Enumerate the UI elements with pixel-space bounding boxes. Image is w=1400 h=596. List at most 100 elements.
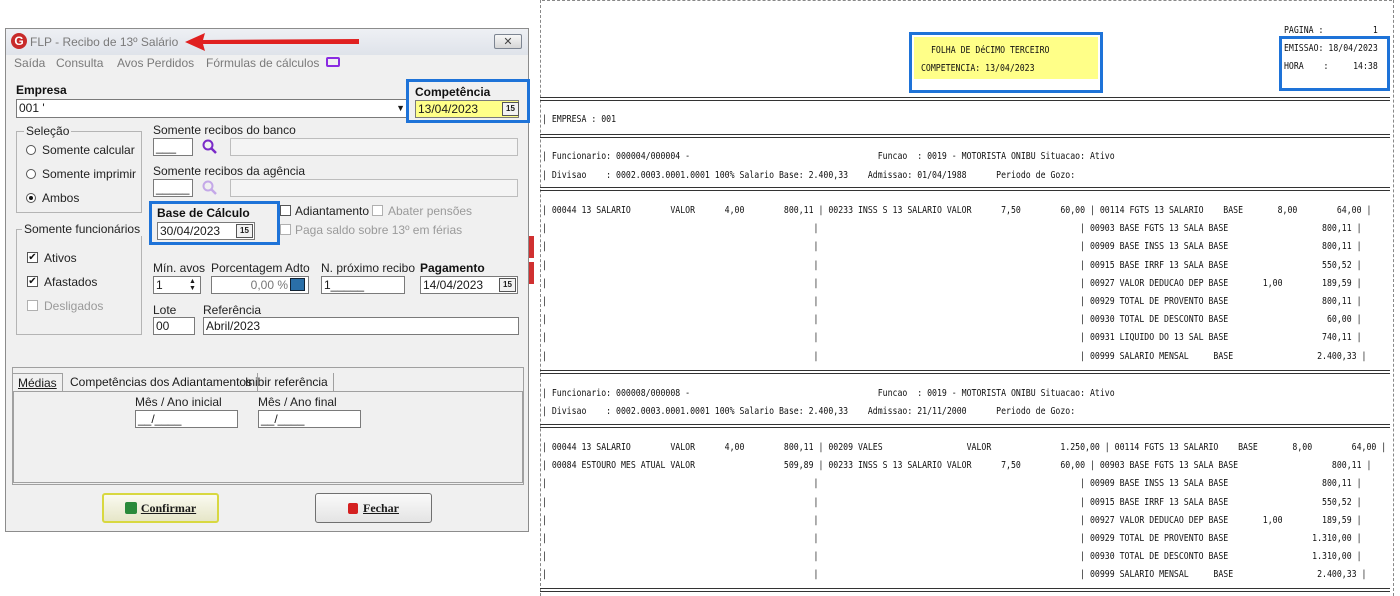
fechar-button[interactable]: Fechar (315, 493, 432, 523)
lote-label: Lote (153, 303, 177, 317)
calendar-icon[interactable]: 15 (502, 102, 519, 116)
abater-pensoes-label: Abater pensões (388, 204, 473, 218)
report-line: | | | 00927 VALOR DEDUCAO DEP BASE 1,00 … (542, 277, 1362, 289)
report-hora: HORA : 14:38 (1284, 61, 1378, 72)
report-func-b: | Funcionario: 000008/000008 - Funcao : … (542, 388, 1115, 399)
porcentagem-label: Porcentagem Adto (211, 261, 310, 275)
somente-imprimir-label: Somente imprimir (42, 167, 137, 181)
calendar-icon[interactable]: 15 (499, 278, 516, 292)
empresa-label: Empresa (16, 83, 67, 97)
save-icon (124, 502, 137, 514)
report-line: | | | 00929 TOTAL DE PROVENTO BASE 1.310… (542, 533, 1362, 544)
report-line: | | | 00930 TOTAL DE DESCONTO BASE 1.310… (542, 551, 1362, 563)
referencia-label: Referência (203, 303, 262, 317)
base-calculo-highlight: Base de Cálculo 30/04/2023 15 (149, 201, 280, 245)
empresa-select[interactable]: 001 ' ▼ (16, 99, 408, 118)
proximo-recibo-label: N. próximo recibo (321, 261, 416, 275)
agencia-field[interactable]: _____ (153, 179, 193, 197)
funcionarios-label: Somente funcionários (22, 222, 143, 236)
report-emissao-highlight: EMISSAO: 18/04/2023 HORA : 14:38 (1279, 36, 1390, 91)
menu-saida[interactable]: Saída (14, 56, 45, 70)
calendar-icon[interactable]: 15 (236, 224, 253, 238)
proximo-recibo-value: 1_____ (324, 278, 365, 292)
spinner-arrows-icon[interactable]: ▲ ▼ (189, 278, 196, 292)
page-border-left (540, 0, 541, 596)
banco-field[interactable]: ___ (153, 138, 193, 156)
page-border-right (1393, 0, 1394, 596)
lote-field[interactable]: 00 (153, 317, 195, 335)
pagamento-label: Pagamento (420, 261, 485, 275)
paga-saldo-label: Paga saldo sobre 13º em férias (295, 223, 463, 237)
checkbox-abater-pensoes (372, 205, 383, 216)
red-strip (529, 236, 534, 258)
window-title: FLP - Recibo de 13º Salário (30, 35, 179, 49)
fechar-label: Fechar (363, 501, 399, 515)
menu-formulas-calculos[interactable]: Fórmulas de cálculos (206, 56, 319, 70)
report-title: FOLHA DE DéCIMO TERCEIRO (931, 45, 1050, 56)
adiantamento-label: Adiantamento (295, 204, 370, 218)
agencia-value: _____ (156, 181, 190, 195)
report-line: | | | 00999 SALARIO MENSAL BASE 2.400,33… (542, 569, 1367, 581)
report-div-a: | Divisao : 0002.0003.0001.0001 100% Sal… (542, 170, 1076, 181)
app-logo: G (11, 33, 27, 49)
radio-ambos[interactable] (26, 193, 36, 203)
menu-avos-perdidos[interactable]: Avos Perdidos (117, 56, 194, 70)
checkbox-ativos[interactable]: ✔ (27, 252, 38, 263)
radio-somente-calcular[interactable] (26, 145, 36, 155)
report-line: | 00084 ESTOURO MES ATUAL VALOR 509,89 |… (542, 460, 1372, 472)
checkbox-afastados[interactable]: ✔ (27, 276, 38, 287)
agencia-nome-field (230, 179, 518, 197)
separator (540, 187, 1390, 191)
selecao-label: Seleção (24, 124, 72, 138)
proximo-recibo-field[interactable]: 1_____ (321, 276, 405, 294)
mes-final-field[interactable]: __/____ (258, 410, 361, 428)
chevron-down-icon[interactable]: ▼ (396, 103, 405, 113)
report-line: | | | 00929 TOTAL DE PROVENTO BASE 800,1… (542, 296, 1362, 307)
mes-inicial-field[interactable]: __/____ (135, 410, 238, 428)
report-func-a: | Funcionario: 000004/000004 - Funcao : … (542, 151, 1115, 162)
radio-somente-imprimir[interactable] (26, 169, 36, 179)
monitor-icon[interactable] (326, 57, 340, 67)
recibo-13-window: G FLP - Recibo de 13º Salário ✕ Saída Co… (5, 28, 530, 532)
somente-calcular-label: Somente calcular (42, 143, 135, 157)
competencia-value: 13/04/2023 (418, 102, 479, 116)
red-strip (529, 262, 534, 284)
report-line: | | | 00909 BASE INSS 13 SALA BASE 800,1… (542, 478, 1362, 490)
report-pagina: PAGINA : 1 (1284, 25, 1378, 36)
checkbox-adiantamento[interactable] (280, 205, 291, 216)
separator (540, 424, 1390, 428)
report-line: | | | 00931 LIQUIDO DO 13 SAL BASE 740,1… (542, 332, 1362, 344)
ambos-label: Ambos (42, 191, 80, 205)
separator (540, 97, 1390, 101)
report-competencia: COMPETENCIA: 13/04/2023 (921, 63, 1035, 74)
confirmar-button[interactable]: Confirmar (102, 493, 219, 523)
report-line: | | | 00999 SALARIO MENSAL BASE 2.400,33… (542, 350, 1367, 362)
mes-final-value: __/____ (261, 412, 305, 426)
report-line: | | | 00930 TOTAL DE DESCONTO BASE 60,00… (542, 314, 1362, 326)
calculator-icon[interactable] (290, 278, 305, 291)
separator (540, 588, 1390, 592)
lote-value: 00 (156, 319, 170, 333)
search-banco-icon[interactable] (202, 139, 218, 155)
lock-icon (348, 503, 358, 514)
search-agencia-icon[interactable] (202, 180, 218, 196)
min-avos-value: 1 (156, 278, 163, 292)
report-line: | 00044 13 SALARIO VALOR 4,00 800,11 | 0… (542, 442, 1387, 453)
report-line: | | | 00915 BASE IRRF 13 SALA BASE 550,5… (542, 496, 1362, 508)
referencia-field[interactable]: Abril/2023 (203, 317, 519, 335)
porcentagem-value: 0,00 % (250, 278, 288, 292)
close-button[interactable]: ✕ (494, 34, 522, 49)
min-avos-label: Mín. avos (153, 261, 206, 275)
agencia-label: Somente recibos da agência (153, 164, 306, 178)
pagamento-value: 14/04/2023 (423, 278, 484, 292)
separator (540, 370, 1390, 374)
base-calculo-label: Base de Cálculo (157, 206, 250, 220)
report-title-highlight: FOLHA DE DéCIMO TERCEIRO COMPETENCIA: 13… (909, 32, 1103, 93)
confirmar-label: Confirmar (140, 501, 197, 515)
afastados-label: Afastados (44, 275, 98, 289)
referencia-value: Abril/2023 (206, 319, 261, 333)
mes-final-label: Mês / Ano final (258, 395, 337, 409)
ativos-label: Ativos (44, 251, 77, 265)
checkbox-paga-saldo (280, 224, 291, 235)
menu-consulta[interactable]: Consulta (56, 56, 103, 70)
